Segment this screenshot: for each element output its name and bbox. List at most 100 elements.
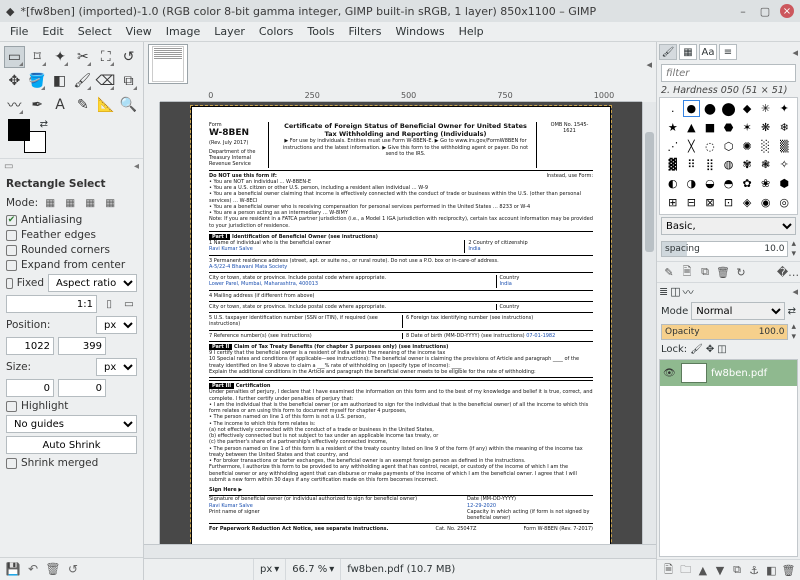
image-tab[interactable] [148, 44, 188, 84]
guides-select[interactable]: No guides [6, 415, 137, 433]
brush-filter-input[interactable] [661, 64, 796, 82]
tool-eraser[interactable]: ⌫ [95, 70, 117, 92]
tool-gradient[interactable]: ◧ [49, 70, 70, 92]
canvas[interactable]: Form W-8BEN (Rev. July 2017) Department … [160, 102, 642, 544]
layer-name-label[interactable]: fw8ben.pdf [711, 368, 767, 379]
dock-menu-icon[interactable]: ◂ [792, 285, 798, 298]
layer-down-icon[interactable]: ▼ [712, 562, 727, 578]
layer-group-icon[interactable]: 🗀 [678, 562, 693, 578]
tool-color-picker[interactable]: ✎ [72, 94, 93, 116]
dock-tab-tool-options-icon[interactable]: ▭ [4, 161, 13, 172]
spacing-slider[interactable]: spacing10.0 [661, 241, 788, 257]
layer-mode-switch-icon[interactable]: ⇄ [788, 306, 796, 317]
tool-fuzzy-select[interactable]: ✦ [50, 46, 71, 68]
tool-options-restore-icon[interactable]: ↶ [24, 560, 42, 578]
tool-options-save-icon[interactable]: 💾 [4, 560, 22, 578]
brush-duplicate-icon[interactable]: ⧉ [697, 264, 713, 280]
menu-file[interactable]: File [4, 23, 34, 40]
auto-shrink-button[interactable]: Auto Shrink [6, 436, 137, 454]
tool-options-reset-icon[interactable]: ↺ [64, 560, 82, 578]
size-h-input[interactable] [58, 379, 106, 397]
size-w-input[interactable] [6, 379, 54, 397]
tool-bucket-fill[interactable]: 🪣 [27, 70, 48, 92]
brush-edit-icon[interactable]: ✎ [661, 264, 677, 280]
menu-colors[interactable]: Colors [253, 23, 299, 40]
dock-menu-icon[interactable]: ◂ [792, 46, 798, 59]
tool-paths[interactable]: ✒ [27, 94, 48, 116]
layer-mask-icon[interactable]: ◧ [764, 562, 779, 578]
layer-visibility-icon[interactable]: 👁 [663, 368, 677, 379]
tab-brushes[interactable]: 🖌 [659, 44, 677, 60]
layer-list[interactable]: 👁 fw8ben.pdf [659, 359, 798, 557]
rounded-checkbox[interactable] [6, 245, 17, 256]
antialiasing-checkbox[interactable] [6, 215, 17, 226]
scrollbar-horizontal[interactable] [144, 544, 656, 558]
status-zoom-select[interactable]: 66.7 % [292, 564, 327, 575]
feather-checkbox[interactable] [6, 230, 17, 241]
mode-subtract-icon[interactable]: ▦ [82, 195, 98, 211]
position-y-input[interactable] [58, 337, 106, 355]
window-close-button[interactable]: × [780, 4, 794, 18]
tool-zoom[interactable]: 🔍 [118, 94, 139, 116]
brush-new-icon[interactable]: 🗎 [679, 264, 695, 280]
brush-refresh-icon[interactable]: ↻ [733, 264, 749, 280]
spacing-stepper[interactable]: ▴▾ [791, 239, 796, 259]
brush-grid[interactable]: .●●●◆✳✦ ★▲■⬣✶❋❄ ⋰╳◌⬡✺░▒ ▓⠿⣿◍✾❃✧ ◐◑◒◓✿❀⬢ … [659, 97, 798, 215]
window-minimize-button[interactable]: – [736, 4, 750, 18]
mode-add-icon[interactable]: ▦ [62, 195, 78, 211]
tab-history[interactable]: ≡ [719, 44, 737, 60]
layer-delete-icon[interactable]: 🗑 [781, 562, 796, 578]
tool-smudge[interactable]: 〰 [4, 94, 25, 116]
menu-filters[interactable]: Filters [342, 23, 387, 40]
tab-channels[interactable]: ◫ [670, 285, 680, 298]
layer-mode-select[interactable]: Normal [691, 302, 784, 320]
lock-pixels-icon[interactable]: 🖌 [690, 344, 703, 355]
tab-patterns[interactable]: ▦ [679, 44, 697, 60]
tool-text[interactable]: A [50, 94, 71, 116]
orientation-landscape-icon[interactable]: ▭ [121, 296, 137, 312]
expand-checkbox[interactable] [6, 260, 17, 271]
opacity-slider[interactable]: Opacity100.0 [661, 324, 788, 340]
layer-new-icon[interactable]: 🗎 [661, 562, 676, 578]
orientation-portrait-icon[interactable]: ▯ [101, 296, 117, 312]
menu-edit[interactable]: Edit [36, 23, 69, 40]
tool-paintbrush[interactable]: 🖌 [72, 70, 93, 92]
menu-select[interactable]: Select [72, 23, 118, 40]
layer-up-icon[interactable]: ▲ [695, 562, 710, 578]
menu-help[interactable]: Help [453, 23, 490, 40]
swap-colors-icon[interactable]: ⇄ [40, 119, 48, 130]
color-swatches[interactable]: ⇄ ◩ [8, 119, 54, 153]
image-tabs-menu-icon[interactable]: ◂ [646, 58, 652, 71]
tab-fonts[interactable]: Aa [699, 44, 717, 60]
tool-measure[interactable]: 📐 [95, 94, 116, 116]
window-maximize-button[interactable]: ▢ [758, 4, 772, 18]
brush-open-as-image-icon[interactable]: �… [780, 264, 796, 280]
tool-move[interactable]: ✥ [4, 70, 25, 92]
tab-paths[interactable]: 〰 [683, 284, 694, 300]
opacity-stepper[interactable]: ▴▾ [791, 322, 796, 342]
layer-duplicate-icon[interactable]: ⧉ [730, 562, 745, 578]
layer-item[interactable]: 👁 fw8ben.pdf [660, 360, 797, 386]
layer-merge-icon[interactable]: ⚓ [747, 562, 762, 578]
size-unit-select[interactable]: px [96, 358, 137, 376]
tool-warp[interactable]: ↺ [118, 46, 139, 68]
tool-clone[interactable]: ⧉ [118, 70, 139, 92]
lock-position-icon[interactable]: ✥ [706, 344, 714, 355]
menu-image[interactable]: Image [160, 23, 206, 40]
tool-options-delete-icon[interactable]: 🗑 [44, 560, 62, 578]
fixed-mode-select[interactable]: Aspect ratio [48, 274, 137, 292]
foreground-color[interactable] [8, 119, 30, 141]
menu-layer[interactable]: Layer [208, 23, 251, 40]
mode-intersect-icon[interactable]: ▦ [102, 195, 118, 211]
position-unit-select[interactable]: px [96, 316, 137, 334]
ratio-input[interactable] [6, 295, 97, 313]
tool-unified-transform[interactable]: ⛶ [95, 46, 116, 68]
lock-alpha-icon[interactable]: ◫ [717, 344, 726, 355]
menu-windows[interactable]: Windows [389, 23, 450, 40]
tool-crop[interactable]: ✂ [72, 46, 93, 68]
dock-menu-icon[interactable]: ◂ [134, 161, 139, 172]
shrink-merged-checkbox[interactable] [6, 458, 17, 469]
status-unit-select[interactable]: px [260, 564, 272, 575]
ruler-horizontal[interactable]: 0 250 500 750 1000 [160, 86, 642, 102]
position-x-input[interactable] [6, 337, 54, 355]
